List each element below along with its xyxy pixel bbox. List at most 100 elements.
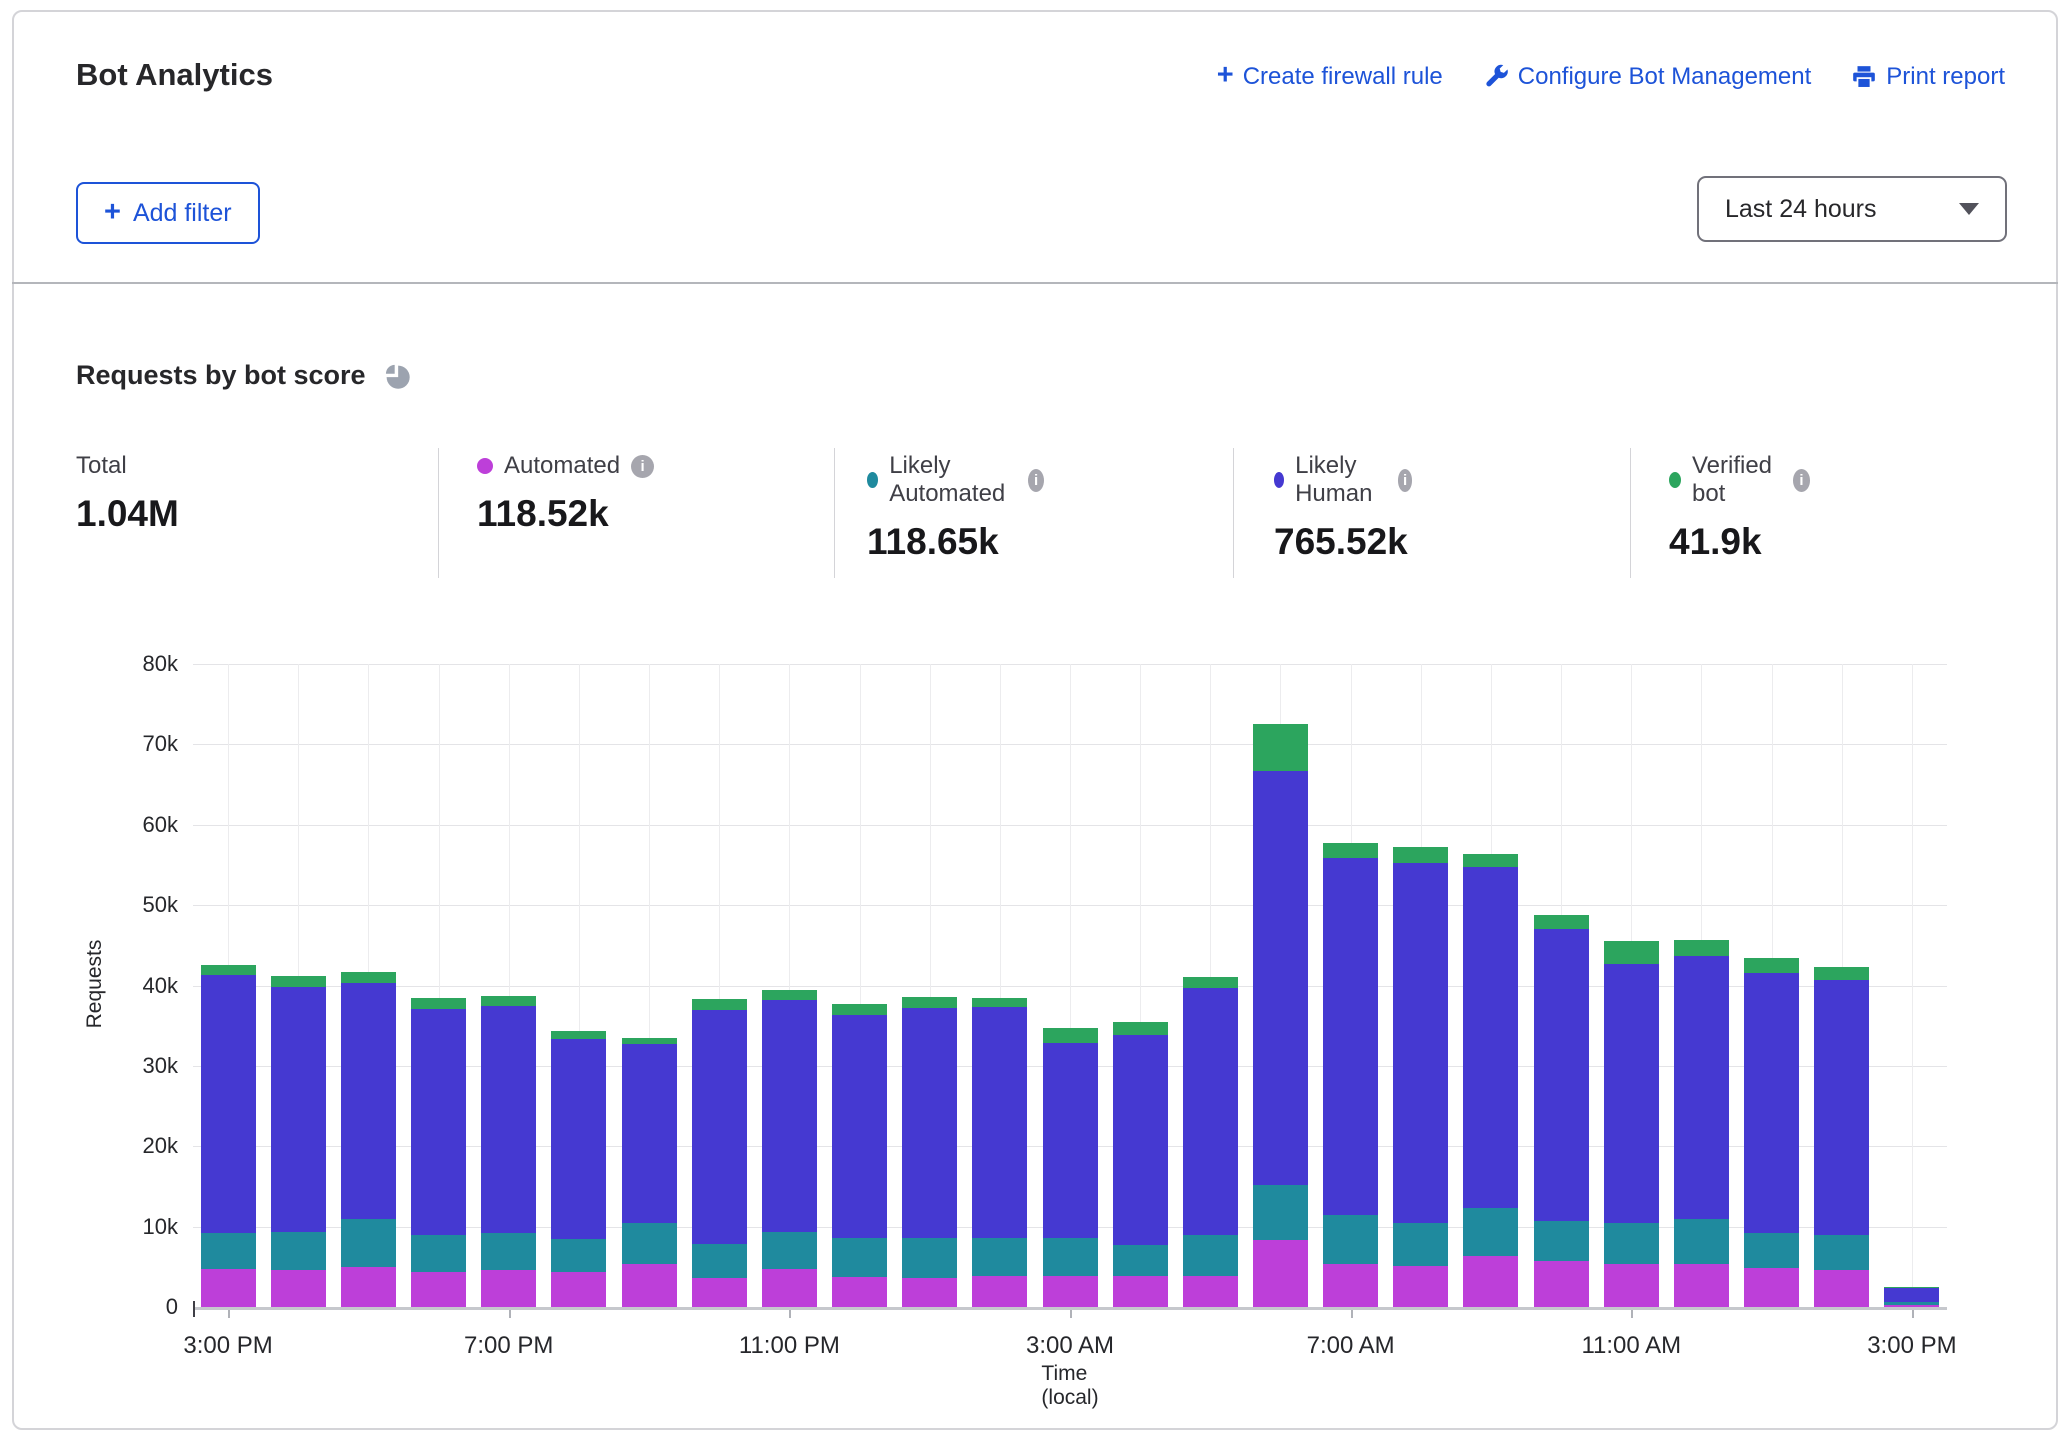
bar-segment-automated[interactable]: [411, 1272, 466, 1307]
bar-segment-likely-automated[interactable]: [832, 1238, 887, 1277]
bar-segment-automated[interactable]: [1393, 1266, 1448, 1307]
bar-segment-likely-human[interactable]: [1393, 863, 1448, 1223]
bar-segment-likely-human[interactable]: [481, 1006, 536, 1233]
bar-segment-verified-bot[interactable]: [551, 1031, 606, 1039]
bar-segment-likely-automated[interactable]: [551, 1239, 606, 1271]
bar-segment-verified-bot[interactable]: [1884, 1287, 1939, 1288]
add-filter-button[interactable]: + Add filter: [76, 182, 260, 244]
bar-segment-likely-automated[interactable]: [1884, 1302, 1939, 1304]
bar-segment-likely-automated[interactable]: [1043, 1238, 1098, 1277]
info-icon[interactable]: i: [1398, 469, 1413, 492]
bar-segment-likely-automated[interactable]: [201, 1233, 256, 1269]
bar-segment-verified-bot[interactable]: [1814, 967, 1869, 980]
bar-segment-verified-bot[interactable]: [1043, 1028, 1098, 1043]
bar-segment-automated[interactable]: [551, 1272, 606, 1307]
info-icon[interactable]: i: [1028, 469, 1044, 492]
bar-segment-automated[interactable]: [341, 1267, 396, 1307]
bar-segment-verified-bot[interactable]: [271, 976, 326, 987]
bar-segment-automated[interactable]: [832, 1277, 887, 1307]
bar-segment-likely-automated[interactable]: [481, 1233, 536, 1270]
bar-segment-automated[interactable]: [1183, 1276, 1238, 1307]
bar-segment-verified-bot[interactable]: [201, 965, 256, 975]
info-icon[interactable]: i: [1793, 469, 1810, 492]
bar-segment-verified-bot[interactable]: [832, 1004, 887, 1015]
bar-segment-likely-human[interactable]: [1814, 980, 1869, 1235]
bar-segment-automated[interactable]: [1674, 1264, 1729, 1307]
bar-segment-automated[interactable]: [622, 1264, 677, 1307]
bar-segment-likely-human[interactable]: [1534, 929, 1589, 1221]
bar-segment-likely-automated[interactable]: [341, 1219, 396, 1267]
bar-segment-automated[interactable]: [762, 1269, 817, 1307]
bar-segment-automated[interactable]: [972, 1276, 1027, 1307]
bar-segment-verified-bot[interactable]: [902, 997, 957, 1008]
bar-segment-verified-bot[interactable]: [692, 999, 747, 1010]
bar-segment-automated[interactable]: [1043, 1276, 1098, 1307]
bar-segment-likely-automated[interactable]: [622, 1223, 677, 1265]
bar-segment-automated[interactable]: [271, 1270, 326, 1307]
bar-segment-likely-human[interactable]: [692, 1010, 747, 1244]
bar-segment-likely-human[interactable]: [411, 1009, 466, 1235]
bar-segment-likely-human[interactable]: [1113, 1035, 1168, 1245]
bar-segment-likely-human[interactable]: [972, 1007, 1027, 1238]
bar-segment-likely-automated[interactable]: [972, 1238, 1027, 1276]
bar-segment-automated[interactable]: [1323, 1264, 1378, 1307]
bar-segment-verified-bot[interactable]: [481, 996, 536, 1006]
bar-segment-likely-automated[interactable]: [1534, 1221, 1589, 1261]
bar-segment-likely-human[interactable]: [1674, 956, 1729, 1219]
bar-segment-likely-automated[interactable]: [1674, 1219, 1729, 1265]
bar-segment-likely-automated[interactable]: [762, 1232, 817, 1269]
bar-segment-likely-human[interactable]: [1323, 858, 1378, 1216]
bar-segment-likely-automated[interactable]: [1463, 1208, 1518, 1256]
bar-segment-likely-automated[interactable]: [1183, 1235, 1238, 1275]
bar-segment-verified-bot[interactable]: [1253, 724, 1308, 771]
bar-segment-likely-human[interactable]: [341, 983, 396, 1218]
bar-segment-automated[interactable]: [1744, 1268, 1799, 1307]
bar-segment-likely-human[interactable]: [201, 975, 256, 1233]
bar-segment-automated[interactable]: [1604, 1264, 1659, 1307]
bar-segment-verified-bot[interactable]: [1534, 915, 1589, 929]
bar-segment-likely-automated[interactable]: [902, 1238, 957, 1278]
bar-segment-automated[interactable]: [201, 1269, 256, 1307]
bar-segment-likely-automated[interactable]: [1323, 1215, 1378, 1263]
time-range-select[interactable]: Last 24 hours: [1697, 176, 2007, 242]
bar-segment-automated[interactable]: [902, 1278, 957, 1307]
bar-segment-verified-bot[interactable]: [1463, 854, 1518, 868]
bar-segment-likely-automated[interactable]: [411, 1235, 466, 1272]
bar-segment-likely-automated[interactable]: [1393, 1223, 1448, 1266]
bar-segment-likely-automated[interactable]: [1604, 1223, 1659, 1263]
bar-segment-verified-bot[interactable]: [1323, 843, 1378, 857]
bar-segment-verified-bot[interactable]: [1183, 977, 1238, 987]
bar-segment-verified-bot[interactable]: [341, 972, 396, 983]
bar-segment-likely-automated[interactable]: [1253, 1185, 1308, 1240]
bar-segment-likely-human[interactable]: [1884, 1288, 1939, 1302]
bar-segment-verified-bot[interactable]: [1674, 940, 1729, 956]
bar-segment-verified-bot[interactable]: [972, 998, 1027, 1007]
bar-segment-likely-human[interactable]: [622, 1044, 677, 1222]
bar-segment-verified-bot[interactable]: [1604, 941, 1659, 964]
bar-segment-verified-bot[interactable]: [1744, 958, 1799, 972]
bar-segment-verified-bot[interactable]: [411, 998, 466, 1008]
bar-segment-likely-automated[interactable]: [1113, 1245, 1168, 1276]
print-report-link[interactable]: Print report: [1851, 63, 2005, 91]
bar-segment-automated[interactable]: [481, 1270, 536, 1307]
bar-segment-likely-automated[interactable]: [1814, 1235, 1869, 1270]
bar-segment-likely-human[interactable]: [1183, 988, 1238, 1236]
bar-segment-automated[interactable]: [1534, 1261, 1589, 1307]
bar-segment-likely-human[interactable]: [271, 987, 326, 1232]
bar-segment-likely-human[interactable]: [1604, 964, 1659, 1224]
bar-segment-likely-human[interactable]: [1253, 771, 1308, 1185]
bar-segment-likely-human[interactable]: [1463, 867, 1518, 1208]
bar-segment-likely-human[interactable]: [832, 1015, 887, 1238]
bar-segment-likely-automated[interactable]: [692, 1244, 747, 1278]
bar-segment-likely-human[interactable]: [762, 1000, 817, 1232]
bar-segment-likely-human[interactable]: [902, 1008, 957, 1238]
configure-bot-management-link[interactable]: Configure Bot Management: [1483, 63, 1812, 91]
bar-segment-verified-bot[interactable]: [622, 1038, 677, 1044]
bar-segment-likely-human[interactable]: [551, 1039, 606, 1239]
info-icon[interactable]: i: [631, 455, 654, 478]
bar-segment-automated[interactable]: [692, 1278, 747, 1307]
create-firewall-rule-link[interactable]: + Create firewall rule: [1217, 62, 1443, 91]
bar-segment-automated[interactable]: [1814, 1270, 1869, 1307]
bar-segment-verified-bot[interactable]: [762, 990, 817, 1000]
bar-segment-automated[interactable]: [1113, 1276, 1168, 1307]
